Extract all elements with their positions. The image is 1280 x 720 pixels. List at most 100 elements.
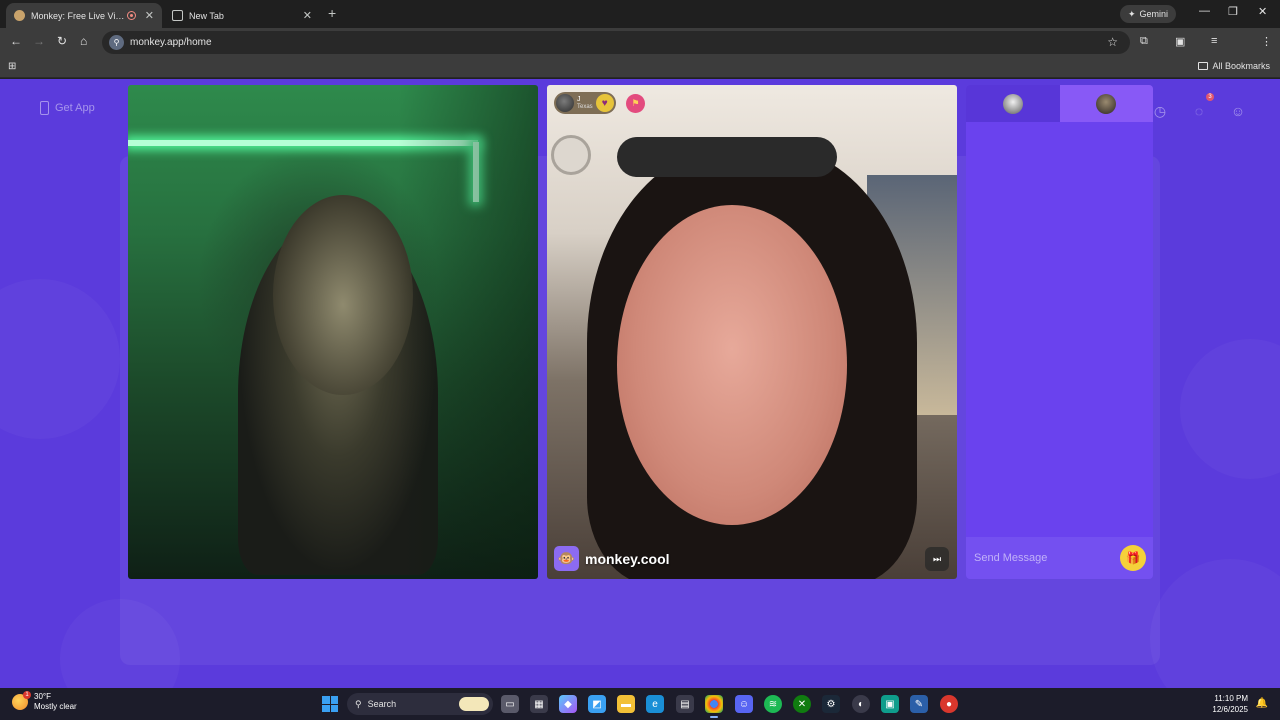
tab-new-tab[interactable]: New Tab ✕: [164, 3, 320, 28]
copilot-icon[interactable]: ◆: [559, 695, 577, 713]
app-red-icon[interactable]: ●: [940, 695, 958, 713]
extensions-icon[interactable]: ⧉: [1140, 35, 1148, 48]
taskbar-search[interactable]: ⚲ Search: [347, 693, 493, 715]
partner-user-pill[interactable]: J Texas ♥: [554, 92, 616, 114]
gemini-label: Gemini: [1139, 9, 1169, 19]
gemini-sparkle-icon: ✦: [1128, 8, 1136, 19]
partner-avatar: [556, 94, 574, 112]
chat-tab-avatar: [1096, 93, 1117, 114]
tab-title: Monkey: Free Live Video Ch: [31, 10, 127, 21]
chat-panel: Send Message 🎁: [966, 85, 1153, 579]
weather-icon: 1: [12, 691, 31, 710]
weather-temp: 30°F: [34, 692, 51, 701]
url-text: monkey.app/home: [130, 37, 212, 48]
tab-strip: Monkey: Free Live Video Ch ✕ New Tab ✕ +…: [0, 0, 1280, 28]
chat-tabs: [966, 85, 1153, 122]
windows-taskbar: 1 30°F Mostly clear ⚲ Search ▭ ▦ ◆ ◩ ▬ e…: [0, 688, 1280, 720]
tab-title: New Tab: [189, 10, 224, 21]
background-blob: [1180, 339, 1280, 479]
clock-date: 12/6/2025: [1212, 705, 1248, 714]
background-blob: [1150, 559, 1280, 688]
tab-monkey[interactable]: Monkey: Free Live Video Ch ✕: [6, 3, 162, 28]
menu-kebab-icon[interactable]: ⋮: [1261, 35, 1272, 48]
discord-icon[interactable]: ☺: [735, 695, 753, 713]
notification-bell-icon[interactable]: 🔔: [1256, 698, 1268, 709]
all-bookmarks-button[interactable]: All Bookmarks: [1198, 61, 1270, 71]
recording-icon: [126, 11, 136, 20]
self-person-head: [273, 195, 413, 395]
messages-badge: 3: [1206, 93, 1214, 101]
restore-button[interactable]: ❐: [1228, 5, 1238, 18]
app-teal-icon[interactable]: ▣: [881, 695, 899, 713]
weather-widget[interactable]: 1 30°F Mostly clear: [12, 691, 77, 712]
store-icon[interactable]: ▤: [676, 695, 694, 713]
tab-search-icon[interactable]: ▣: [1175, 35, 1185, 48]
spotify-icon[interactable]: ≋: [764, 695, 782, 713]
home-button[interactable]: ⌂: [80, 34, 87, 48]
monkey-favicon-icon: [14, 10, 25, 21]
back-button[interactable]: ←: [10, 34, 22, 48]
app-blue-icon[interactable]: ◩: [588, 695, 606, 713]
xbox-icon[interactable]: ✕: [793, 695, 811, 713]
partner-sunglasses: [617, 137, 837, 177]
reload-button[interactable]: ↻: [57, 34, 67, 48]
send-message-input[interactable]: Send Message: [974, 552, 1120, 564]
chrome-icon[interactable]: [705, 695, 723, 718]
new-tab-favicon-icon: [172, 10, 183, 21]
file-explorer-icon[interactable]: ▬: [617, 695, 635, 713]
close-tab-icon[interactable]: ✕: [303, 9, 312, 22]
get-app-button[interactable]: Get App: [40, 101, 95, 115]
next-skip-button[interactable]: ⏭: [925, 547, 949, 571]
search-highlight-icon: [459, 697, 489, 711]
close-tab-icon[interactable]: ✕: [145, 9, 154, 22]
report-icon[interactable]: ⚑: [626, 94, 645, 113]
phone-icon: [40, 101, 49, 115]
weather-text: 30°F Mostly clear: [34, 692, 77, 712]
heart-icon[interactable]: ♥: [595, 94, 614, 112]
close-window-button[interactable]: ✕: [1258, 5, 1267, 18]
watermark-text: monkey.cool: [585, 550, 670, 567]
partner-video-feed: J Texas ♥ ⚑ 🐵 monkey.cool ⏭: [547, 85, 957, 579]
clock-time: 11:10 PM: [1214, 694, 1248, 703]
steam-icon[interactable]: ⚙: [822, 695, 840, 713]
messages-icon[interactable]: ◌ 3: [1184, 93, 1214, 126]
task-view-icon[interactable]: ▭: [501, 695, 519, 713]
folder-icon: [1198, 62, 1209, 70]
gift-icon[interactable]: 🎁: [1120, 545, 1146, 571]
site-info-icon[interactable]: ⚲: [109, 35, 124, 50]
partner-name: J: [577, 96, 581, 103]
chat-tab-avatar: [1002, 93, 1023, 114]
gemini-button[interactable]: ✦ Gemini: [1120, 5, 1177, 23]
widgets-icon[interactable]: ▦: [530, 695, 548, 713]
all-bookmarks-label: All Bookmarks: [1212, 61, 1270, 71]
background-blob: [0, 279, 120, 439]
chat-tab-self[interactable]: [1059, 85, 1153, 122]
edge-icon[interactable]: e: [646, 695, 664, 713]
forward-button[interactable]: →: [33, 34, 45, 48]
browser-toolbar: ← → ↻ ⌂ ⚲ monkey.app/home ☆ ⧉ ▣ ≡ ⋮: [0, 28, 1280, 77]
start-button[interactable]: [322, 696, 338, 712]
partner-face: [617, 205, 847, 525]
self-video-feed: [128, 85, 538, 579]
chat-tab-partner[interactable]: [966, 85, 1060, 122]
app-circle-icon[interactable]: ◐: [852, 695, 870, 713]
monkey-logo-icon: 🐵: [554, 546, 579, 571]
apps-grid-icon[interactable]: ⊞: [8, 61, 16, 72]
weather-badge: 1: [23, 691, 31, 699]
message-bar: Send Message 🎁: [966, 537, 1153, 579]
app-edit-icon[interactable]: ✎: [910, 695, 928, 713]
profile-monkey-icon[interactable]: ☺: [1223, 96, 1253, 126]
wall-clock: [551, 135, 591, 175]
search-icon: ⚲: [355, 698, 362, 709]
partner-info: J Texas: [577, 96, 593, 110]
system-clock[interactable]: 11:10 PM 12/6/2025: [1212, 693, 1248, 715]
partner-location: Texas: [577, 104, 593, 110]
address-bar[interactable]: ⚲ monkey.app/home ☆: [102, 31, 1130, 54]
minimize-button[interactable]: —: [1199, 5, 1210, 17]
new-tab-button[interactable]: +: [328, 5, 336, 21]
taskbar-search-label: Search: [367, 699, 397, 709]
media-controls-icon[interactable]: ≡: [1211, 35, 1217, 47]
monkey-watermark: 🐵 monkey.cool: [554, 546, 670, 571]
weather-desc: Mostly clear: [34, 702, 77, 711]
bookmark-star-icon[interactable]: ☆: [1107, 35, 1118, 49]
